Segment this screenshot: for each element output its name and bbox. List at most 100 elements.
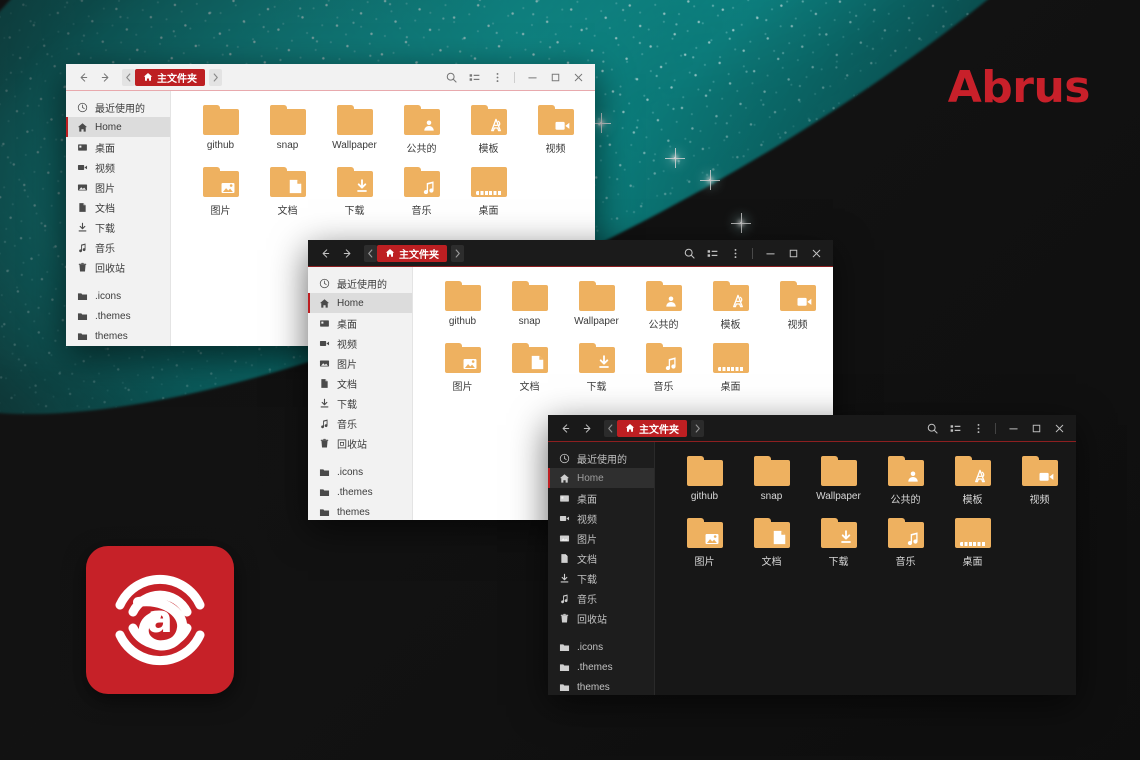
sidebar-item-4[interactable]: 视频 bbox=[308, 333, 412, 353]
close-button[interactable] bbox=[1049, 419, 1069, 438]
sidebar-item-2[interactable]: Home bbox=[548, 468, 654, 488]
menu-button[interactable] bbox=[968, 419, 988, 438]
file-item[interactable]: 模板 bbox=[455, 105, 522, 155]
file-item[interactable]: 图片 bbox=[671, 518, 738, 568]
forward-button[interactable] bbox=[95, 68, 115, 87]
sidebar-bookmark-2[interactable]: .themes bbox=[66, 306, 170, 326]
sidebar-item-6[interactable]: 文档 bbox=[548, 548, 654, 568]
file-item[interactable]: 图片 bbox=[187, 167, 254, 217]
back-button[interactable] bbox=[555, 419, 575, 438]
breadcrumb-prev-button[interactable] bbox=[364, 244, 377, 262]
sidebar-bookmark-3[interactable]: themes bbox=[308, 502, 412, 520]
close-button[interactable] bbox=[568, 68, 588, 87]
sidebar-bookmark-1[interactable]: .icons bbox=[308, 462, 412, 482]
back-button[interactable] bbox=[73, 68, 93, 87]
file-item[interactable]: 下载 bbox=[805, 518, 872, 568]
sidebar-item-5[interactable]: 图片 bbox=[308, 353, 412, 373]
sidebar-item-7[interactable]: 下载 bbox=[548, 568, 654, 588]
file-item[interactable]: snap bbox=[254, 105, 321, 155]
breadcrumb-next-button[interactable] bbox=[451, 244, 464, 262]
search-button[interactable] bbox=[679, 244, 699, 263]
breadcrumb-current[interactable]: 主文件夹 bbox=[617, 419, 687, 437]
file-item[interactable]: 公共的 bbox=[388, 105, 455, 155]
file-item[interactable]: 视频 bbox=[764, 281, 831, 331]
file-item[interactable]: Wallpaper bbox=[805, 456, 872, 506]
close-button[interactable] bbox=[806, 244, 826, 263]
file-item[interactable]: 桌面 bbox=[939, 518, 1006, 568]
maximize-button[interactable] bbox=[1026, 419, 1046, 438]
sidebar-item-3[interactable]: 桌面 bbox=[308, 313, 412, 333]
view-toggle-button[interactable] bbox=[702, 244, 722, 263]
sidebar-item-8[interactable]: 音乐 bbox=[548, 588, 654, 608]
breadcrumb-prev-button[interactable] bbox=[604, 419, 617, 437]
sidebar[interactable]: 最近使用的 Home 桌面 视频 图片 文档 下载 音乐 回收站 .icons .themes the… bbox=[548, 442, 655, 695]
file-item[interactable]: github bbox=[671, 456, 738, 506]
sidebar-item-6[interactable]: 文档 bbox=[66, 197, 170, 217]
file-item[interactable]: 音乐 bbox=[388, 167, 455, 217]
file-item[interactable]: 下载 bbox=[563, 343, 630, 393]
file-item[interactable]: github bbox=[187, 105, 254, 155]
file-item[interactable]: 文档 bbox=[254, 167, 321, 217]
search-button[interactable] bbox=[922, 419, 942, 438]
sidebar-bookmark-1[interactable]: .icons bbox=[548, 637, 654, 657]
forward-button[interactable] bbox=[577, 419, 597, 438]
file-item[interactable]: 视频 bbox=[522, 105, 589, 155]
maximize-button[interactable] bbox=[783, 244, 803, 263]
file-item[interactable]: 图片 bbox=[429, 343, 496, 393]
breadcrumb-current[interactable]: 主文件夹 bbox=[135, 68, 205, 86]
file-item[interactable]: 音乐 bbox=[872, 518, 939, 568]
file-item[interactable]: 文档 bbox=[738, 518, 805, 568]
sidebar-item-9[interactable]: 回收站 bbox=[548, 608, 654, 628]
breadcrumb[interactable]: 主文件夹 bbox=[122, 68, 222, 86]
breadcrumb[interactable]: 主文件夹 bbox=[364, 244, 464, 262]
menu-button[interactable] bbox=[487, 68, 507, 87]
sidebar-item-5[interactable]: 图片 bbox=[66, 177, 170, 197]
sidebar-item-1[interactable]: 最近使用的 bbox=[308, 273, 412, 293]
file-item[interactable]: github bbox=[429, 281, 496, 331]
sidebar-item-6[interactable]: 文档 bbox=[308, 373, 412, 393]
view-toggle-button[interactable] bbox=[945, 419, 965, 438]
sidebar-item-1[interactable]: 最近使用的 bbox=[548, 448, 654, 468]
sidebar-item-2[interactable]: Home bbox=[66, 117, 170, 137]
file-item[interactable]: 模板 bbox=[697, 281, 764, 331]
titlebar[interactable]: 主文件夹 bbox=[66, 64, 595, 91]
forward-button[interactable] bbox=[337, 244, 357, 263]
breadcrumb-next-button[interactable] bbox=[209, 68, 222, 86]
sidebar[interactable]: 最近使用的 Home 桌面 视频 图片 文档 下载 音乐 回收站 .icons .themes the… bbox=[66, 91, 171, 346]
sidebar-bookmark-1[interactable]: .icons bbox=[66, 286, 170, 306]
file-item[interactable]: snap bbox=[496, 281, 563, 331]
back-button[interactable] bbox=[315, 244, 335, 263]
file-item[interactable]: 音乐 bbox=[630, 343, 697, 393]
file-item[interactable]: snap bbox=[738, 456, 805, 506]
file-item[interactable]: 视频 bbox=[1006, 456, 1073, 506]
sidebar-item-5[interactable]: 图片 bbox=[548, 528, 654, 548]
search-button[interactable] bbox=[441, 68, 461, 87]
file-item[interactable]: 下载 bbox=[321, 167, 388, 217]
minimize-button[interactable] bbox=[522, 68, 542, 87]
sidebar-bookmark-2[interactable]: .themes bbox=[548, 657, 654, 677]
file-item[interactable]: 桌面 bbox=[455, 167, 522, 217]
breadcrumb-current[interactable]: 主文件夹 bbox=[377, 244, 447, 262]
sidebar-item-7[interactable]: 下载 bbox=[308, 393, 412, 413]
sidebar-item-3[interactable]: 桌面 bbox=[66, 137, 170, 157]
file-item[interactable]: 桌面 bbox=[697, 343, 764, 393]
breadcrumb-prev-button[interactable] bbox=[122, 68, 135, 86]
titlebar[interactable]: 主文件夹 bbox=[308, 240, 833, 267]
sidebar-item-8[interactable]: 音乐 bbox=[66, 237, 170, 257]
file-grid[interactable]: github snap Wallpaper 公共的 模板 视频 图片 文档 下载 音乐 桌面 bbox=[655, 442, 1076, 695]
sidebar-item-4[interactable]: 视频 bbox=[548, 508, 654, 528]
menu-button[interactable] bbox=[725, 244, 745, 263]
file-item[interactable]: Wallpaper bbox=[563, 281, 630, 331]
titlebar[interactable]: 主文件夹 bbox=[548, 415, 1076, 442]
file-item[interactable]: 模板 bbox=[939, 456, 1006, 506]
file-manager-window-dark[interactable]: 主文件夹 最近使用的 Home 桌面 视频 图片 文档 下载 音乐 回收站 .i… bbox=[548, 415, 1076, 695]
sidebar-item-3[interactable]: 桌面 bbox=[548, 488, 654, 508]
sidebar-bookmark-3[interactable]: themes bbox=[66, 326, 170, 346]
sidebar-item-7[interactable]: 下载 bbox=[66, 217, 170, 237]
sidebar-item-4[interactable]: 视频 bbox=[66, 157, 170, 177]
sidebar-item-8[interactable]: 音乐 bbox=[308, 413, 412, 433]
file-item[interactable]: 公共的 bbox=[630, 281, 697, 331]
sidebar-bookmark-3[interactable]: themes bbox=[548, 677, 654, 695]
file-item[interactable]: Wallpaper bbox=[321, 105, 388, 155]
breadcrumb-next-button[interactable] bbox=[691, 419, 704, 437]
